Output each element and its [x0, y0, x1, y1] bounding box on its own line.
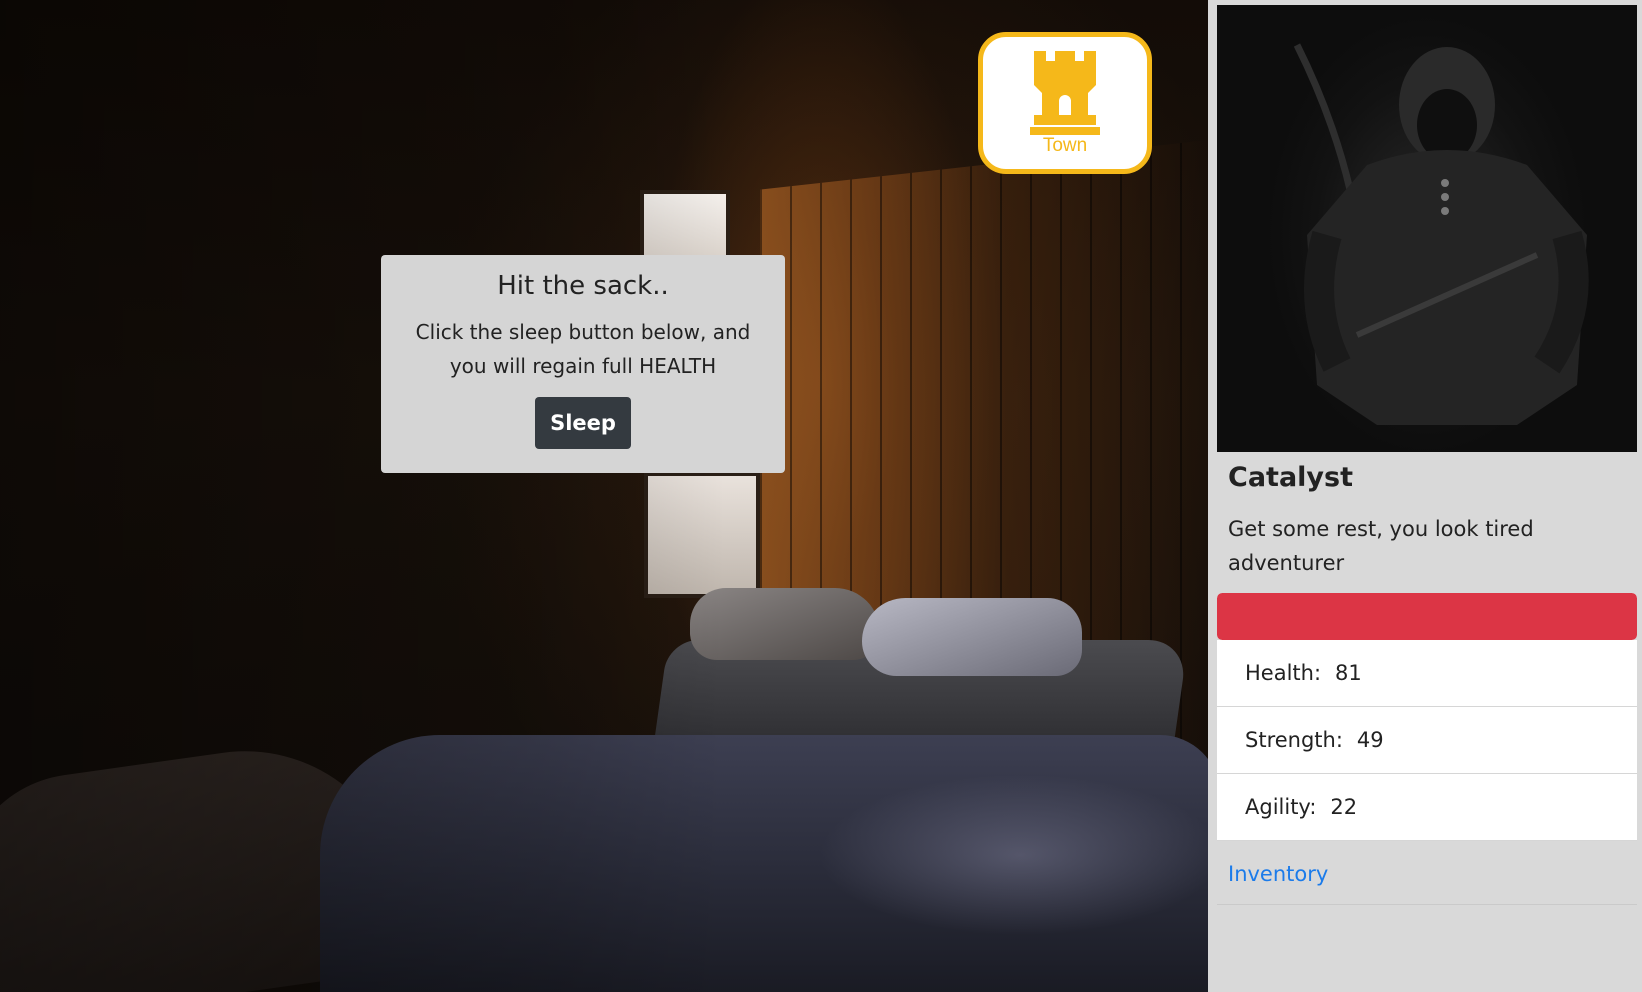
armored-warrior-image [1293, 43, 1589, 425]
health-progress-bar [1217, 593, 1637, 640]
stat-list: Health: 81 Strength: 49 Agility: 22 [1217, 640, 1637, 841]
stat-agility: Agility: 22 [1217, 774, 1637, 841]
dialog-body: Click the sleep button below, and you wi… [415, 320, 751, 378]
plaid-pillow [690, 588, 880, 660]
health-progress-fill [1217, 593, 1637, 640]
stat-strength: Strength: 49 [1217, 707, 1637, 774]
stat-value: 49 [1356, 728, 1384, 752]
character-name: Catalyst [1228, 462, 1353, 493]
inventory-link[interactable]: Inventory [1228, 862, 1328, 886]
window-lower [644, 472, 760, 598]
town-button[interactable]: Town [978, 32, 1152, 174]
character-description: Get some rest, you look tired adventurer [1228, 517, 1534, 575]
sleep-dialog: Hit the sack.. Click the sleep button be… [381, 255, 785, 473]
dialog-title: Hit the sack.. [497, 271, 669, 301]
stat-value: 22 [1330, 795, 1358, 819]
sleep-button[interactable]: Sleep [535, 397, 631, 449]
stat-health: Health: 81 [1217, 640, 1637, 707]
castle-icon [1030, 51, 1100, 135]
town-label: Town [1042, 135, 1088, 156]
stat-label: Agility: [1245, 795, 1317, 819]
character-portrait [1217, 5, 1637, 452]
front-bed [320, 735, 1208, 992]
character-sidebar: Catalyst Get some rest, you look tired a… [1208, 0, 1642, 992]
stat-label: Health: [1245, 661, 1322, 685]
stat-value: 81 [1335, 661, 1362, 685]
divider [1217, 904, 1637, 905]
stat-label: Strength: [1245, 728, 1343, 752]
white-pillow [862, 598, 1082, 676]
